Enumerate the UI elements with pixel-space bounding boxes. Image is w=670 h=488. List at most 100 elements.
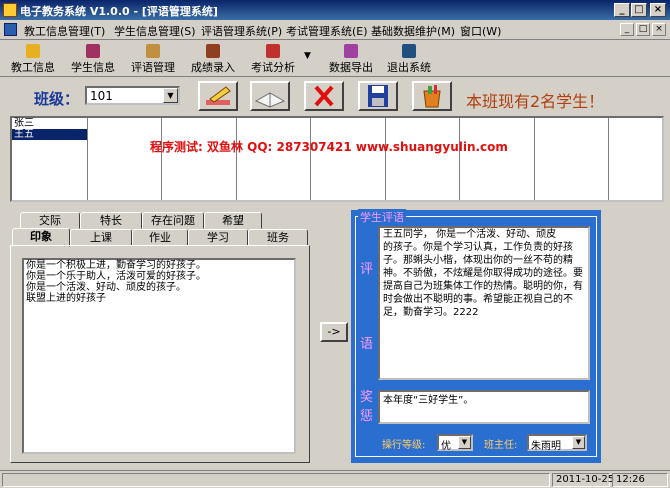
grid-column (534, 118, 609, 200)
tab-class-affairs[interactable]: 班务 (248, 229, 308, 246)
comment-textarea[interactable]: 王五同学， 你是一个活泼、好动、顽皮 的孩子。你是个学习认真，工作负责的好孩 子… (378, 226, 590, 380)
comment-line: 提高自己为班集体工作的热情。聪明的你，有 (383, 281, 583, 292)
toolbar-label: 退出系统 (387, 61, 431, 74)
floppy-disk-icon (368, 85, 388, 107)
book-icon (86, 44, 100, 58)
maximize-button[interactable]: □ (631, 3, 647, 17)
menu-bar: 教工信息管理(T) 学生信息管理(S) 评语管理系统(P) 考试管理系统(E) … (0, 20, 670, 40)
toolbar-label: 评语管理 (131, 61, 175, 74)
grid-column (161, 118, 237, 200)
toolbar-label: 成绩录入 (191, 61, 235, 74)
comment-line: 的孩子。你是个学习认真，工作负责的好孩 (383, 242, 573, 253)
grid-column (12, 118, 88, 200)
tab-study[interactable]: 学习 (188, 229, 248, 246)
head-teacher-select[interactable]: 朱雨明 ▼ (527, 434, 587, 452)
status-pane-main (2, 473, 550, 487)
grid-column (459, 118, 535, 200)
toolbar-score-entry-button[interactable]: 成绩录入 (188, 43, 238, 75)
class-value: 101 (90, 89, 113, 103)
delete-button[interactable] (304, 81, 344, 111)
chevron-down-icon[interactable]: ▼ (458, 436, 471, 449)
notes-icon (146, 44, 160, 58)
head-teacher-label: 班主任: (484, 440, 518, 451)
comment-line: 子。那蝌头小楷，体现出你的一丝不苟的精 (383, 255, 573, 266)
toolbar-comment-button[interactable]: 评语管理 (128, 43, 178, 75)
exit-icon (402, 44, 416, 58)
list-item[interactable]: 联盟上进的好孩子 (24, 293, 294, 304)
award-text: 本年度“三好学生”。 (383, 395, 474, 406)
list-item[interactable]: 你是一个活泼、好动、顽皮的孩子。 (24, 282, 294, 293)
menu-student-info[interactable]: 学生信息管理(S) (114, 23, 196, 39)
app-icon (3, 3, 17, 17)
pen-icon (206, 44, 220, 58)
head-teacher-value: 朱雨明 (531, 441, 561, 452)
tab-class[interactable]: 上课 (70, 229, 132, 246)
list-item[interactable]: 你是一个积极上进，勤奋学习的好孩子。 (24, 260, 294, 271)
toolbar-exit-button[interactable]: 退出系统 (384, 43, 434, 75)
chevron-down-icon[interactable]: ▼ (163, 88, 178, 103)
toolbar-label: 教工信息 (11, 61, 55, 74)
close-button[interactable]: × (650, 3, 666, 17)
exam-analysis-dropdown-arrow[interactable]: ▼ (304, 51, 311, 61)
status-bar: 2011-10-25 12:26 (0, 470, 670, 488)
menu-comment-system[interactable]: 评语管理系统(P) (201, 23, 282, 39)
comment-line: 神。不骄傲，不炫耀是你取得成功的途径。要 (383, 268, 583, 279)
student-grid[interactable]: 张三 王五 (10, 116, 664, 202)
award-label-top: 奖 (360, 390, 374, 405)
conduct-grade-label: 操行等级: (382, 440, 426, 451)
toolbar-data-export-button[interactable]: 数据导出 (324, 43, 378, 75)
mdi-minimize-button[interactable]: _ (620, 23, 634, 36)
comment-label-top: 评 (360, 262, 374, 277)
view-book-button[interactable] (250, 81, 290, 111)
export-icon (344, 44, 358, 58)
chart-icon (266, 44, 280, 58)
window-title: 电子教务系统 V1.0.0 - [评语管理系统] (20, 5, 218, 18)
toolbar-label: 学生信息 (71, 61, 115, 74)
grid-column (236, 118, 311, 200)
grid-column (310, 118, 386, 200)
impression-list[interactable]: 你是一个积极上进，勤奋学习的好孩子。 你是一个乐于助人，活泼可爱的好孩子。 你是… (22, 258, 296, 454)
tab-hope[interactable]: 希望 (204, 212, 262, 229)
tab-homework[interactable]: 作业 (132, 229, 188, 246)
student-count-message: 本班现有2名学生！ (466, 92, 605, 111)
chevron-down-icon[interactable]: ▼ (572, 436, 585, 449)
toolbar-label: 考试分析 (251, 61, 295, 74)
open-book-icon (254, 92, 286, 108)
red-x-icon (314, 85, 334, 107)
edit-button[interactable] (198, 81, 238, 111)
toolbar-exam-analysis-button[interactable]: 考试分析 (248, 43, 298, 75)
conduct-grade-value: 优 (441, 441, 451, 452)
class-label: 班级： (34, 90, 80, 108)
comment-panel-title: 学生评语 (358, 209, 406, 225)
comment-line: 时会做出不聪明的事。希望能正视自己的不 (383, 294, 573, 305)
toolbar-teacher-info-button[interactable]: 教工信息 (8, 43, 58, 75)
toolbar: 教工信息 学生信息 评语管理 成绩录入 考试分析 ▼ 数据导出 退出系统 (0, 41, 670, 77)
tab-communication[interactable]: 交际 (20, 212, 80, 229)
mdi-child-icon (4, 23, 17, 36)
clear-button[interactable] (412, 81, 452, 111)
tab-specialty[interactable]: 特长 (80, 212, 142, 229)
menu-exam-system[interactable]: 考试管理系统(E) (286, 23, 368, 39)
conduct-grade-select[interactable]: 优 ▼ (437, 434, 473, 452)
menu-teacher-info[interactable]: 教工信息管理(T) (24, 23, 105, 39)
folder-icon (26, 44, 40, 58)
minimize-button[interactable]: _ (614, 3, 630, 17)
status-date: 2011-10-25 (552, 473, 614, 487)
class-select[interactable]: 101 ▼ (85, 86, 180, 105)
tab-problems[interactable]: 存在问题 (142, 212, 204, 229)
mdi-restore-button[interactable]: □ (636, 23, 650, 36)
grid-column (385, 118, 460, 200)
save-button[interactable] (358, 81, 398, 111)
toolbar-student-info-button[interactable]: 学生信息 (68, 43, 118, 75)
watermark-text: 程序测试: 双鱼林 QQ: 287307421 www.shuangyulin.… (150, 140, 508, 154)
list-item[interactable]: 你是一个乐于助人，活泼可爱的好孩子。 (24, 271, 294, 282)
award-textarea[interactable]: 本年度“三好学生”。 (378, 390, 590, 424)
mdi-close-button[interactable]: × (652, 23, 666, 36)
menu-window[interactable]: 窗口(W) (460, 23, 501, 39)
comment-line: 足，勤奋学习。2222 (383, 307, 479, 318)
paint-bucket-icon (423, 85, 441, 108)
toolbar-label: 数据导出 (329, 61, 373, 74)
title-bar: 电子教务系统 V1.0.0 - [评语管理系统] _ □ × (0, 0, 670, 20)
add-to-comment-button[interactable]: -> (320, 322, 348, 342)
menu-basic-data[interactable]: 基础数据维护(M) (371, 23, 455, 39)
